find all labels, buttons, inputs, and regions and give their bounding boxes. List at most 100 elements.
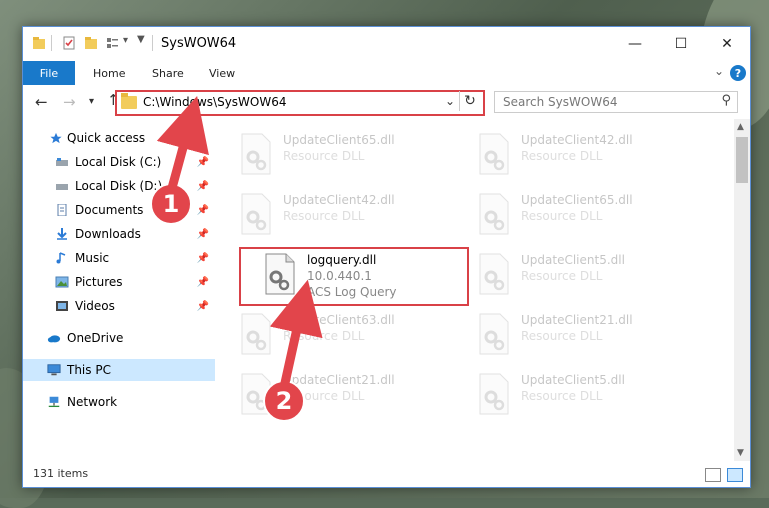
file-type: Resource DLL [283,149,365,163]
music-icon [56,252,66,264]
search-box[interactable]: Search SysWOW64 ⚲ [494,91,738,113]
file-tile[interactable]: UpdateClient42.dll Resource DLL [231,185,461,243]
videos-icon [56,301,68,311]
pin-icon[interactable]: 📌 [197,229,209,240]
customize-toolbar-icon[interactable] [105,35,121,51]
title-bar: ▾ ▼ SysWOW64 — ☐ ✕ [23,27,750,61]
sidebar-item-videos[interactable]: Videos 📌 [23,295,215,317]
scroll-down-icon[interactable]: ▼ [737,448,744,458]
dropdown-icon[interactable]: ▼ [137,34,145,45]
search-placeholder: Search SysWOW64 [503,95,618,109]
pin-icon[interactable]: 📌 [197,181,209,192]
drive-icon [56,184,68,190]
file-name: UpdateClient42.dll [521,133,633,147]
window-title: SysWOW64 [161,36,237,51]
forward-arrow-icon[interactable]: → [63,93,76,111]
network-icon [48,396,60,408]
sidebar-item-label: Local Disk (D:) [75,179,163,193]
file-tile[interactable]: UpdateClient65.dll Resource DLL [231,125,461,183]
file-tile[interactable]: UpdateClient21.dll Resource DLL [469,305,699,363]
pin-icon[interactable]: 📌 [197,277,209,288]
pin-icon[interactable]: 📌 [197,157,209,168]
file-explorer-window: ▾ ▼ SysWOW64 — ☐ ✕ File Home Share View … [22,26,751,488]
sidebar-item-label: Documents [75,203,144,217]
minimize-button[interactable]: — [612,27,658,61]
sidebar-item-label: Local Disk (C:) [75,155,162,169]
chevron-down-icon[interactable]: ▾ [123,35,128,46]
item-count: 131 items [33,467,89,480]
pin-icon[interactable]: 📌 [197,301,209,312]
details-view-icon[interactable] [705,468,721,482]
step-1-badge: 1 [150,183,192,225]
tab-home[interactable]: Home [93,61,125,85]
file-type: Resource DLL [521,209,603,223]
status-bar: 131 items [23,461,750,487]
sidebar-item-local-disk-c[interactable]: Local Disk (C:) 📌 [23,151,215,173]
file-name: UpdateClient21.dll [521,313,633,327]
tab-view[interactable]: View [209,61,235,85]
file-tile[interactable]: UpdateClient65.dll Resource DLL [469,185,699,243]
file-name: UpdateClient5.dll [521,253,625,267]
file-type: Resource DLL [521,269,603,283]
sidebar-item-pictures[interactable]: Pictures 📌 [23,271,215,293]
sidebar-item-label: Pictures [75,275,123,289]
back-arrow-icon[interactable]: ← [35,93,48,111]
sidebar-item-label: Network [67,395,118,409]
dll-file-icon [241,133,271,175]
file-tile[interactable]: UpdateClient5.dll Resource DLL [469,365,699,423]
dll-file-icon [241,313,271,355]
scroll-up-icon[interactable]: ▲ [737,122,744,132]
refresh-icon: ↻ [464,93,476,109]
close-button[interactable]: ✕ [704,27,750,61]
sidebar-item-label: Downloads [75,227,141,241]
dll-file-icon [479,193,509,235]
file-type: Resource DLL [521,329,603,343]
sidebar-item-quick-access[interactable]: Quick access [23,127,215,149]
tab-share[interactable]: Share [152,61,184,85]
file-name: UpdateClient21.dll [283,373,395,387]
sidebar-item-downloads[interactable]: Downloads 📌 [23,223,215,245]
file-name: UpdateClient63.dll [283,313,395,327]
address-bar[interactable]: C:\Windows\SysWOW64 ⌄ [115,90,485,116]
download-icon [57,228,67,240]
address-dropdown-icon[interactable]: ⌄ [445,94,455,108]
sidebar-item-music[interactable]: Music 📌 [23,247,215,269]
properties-icon[interactable] [61,35,77,51]
file-type: Resource DLL [521,149,603,163]
dll-file-icon [479,313,509,355]
address-path[interactable]: C:\Windows\SysWOW64 [143,95,287,109]
sidebar-item-label: Quick access [67,131,146,145]
help-button[interactable]: ? [730,65,746,81]
file-type: Resource DLL [283,209,365,223]
documents-icon [57,204,67,216]
vertical-scrollbar[interactable]: ▲ ▼ [734,119,750,461]
pin-icon[interactable]: 📌 [197,253,209,264]
folder-icon [33,37,45,49]
file-tile[interactable]: UpdateClient63.dll Resource DLL [231,305,461,363]
file-name: UpdateClient65.dll [521,193,633,207]
expand-ribbon-icon[interactable]: ⌄ [714,64,724,78]
pin-icon[interactable]: 📌 [197,205,209,216]
recent-locations-icon[interactable]: ▾ [89,96,94,107]
large-icons-view-icon[interactable] [727,468,743,482]
navigation-bar: ← → ▾ ↑ C:\Windows\SysWOW64 ⌄ ↻ Search S… [23,85,750,119]
refresh-button[interactable]: ↻ [459,91,480,111]
file-name: UpdateClient5.dll [521,373,625,387]
sidebar-item-onedrive[interactable]: OneDrive [23,327,215,349]
folder-icon [121,93,137,109]
dll-file-icon [241,193,271,235]
maximize-button[interactable]: ☐ [658,27,704,61]
scrollbar-thumb[interactable] [736,137,748,183]
file-name: UpdateClient65.dll [283,133,395,147]
sidebar-item-label: OneDrive [67,331,124,345]
sidebar-item-network[interactable]: Network [23,391,215,413]
file-tile[interactable]: UpdateClient42.dll Resource DLL [469,125,699,183]
file-type: Resource DLL [521,389,603,403]
tab-file[interactable]: File [23,61,75,85]
sidebar-item-this-pc[interactable]: This PC [23,359,215,381]
file-tile[interactable]: UpdateClient5.dll Resource DLL [469,245,699,303]
dll-file-icon [479,133,509,175]
dll-file-icon [479,373,509,415]
new-folder-icon[interactable] [83,35,99,51]
cloud-icon [47,335,61,343]
